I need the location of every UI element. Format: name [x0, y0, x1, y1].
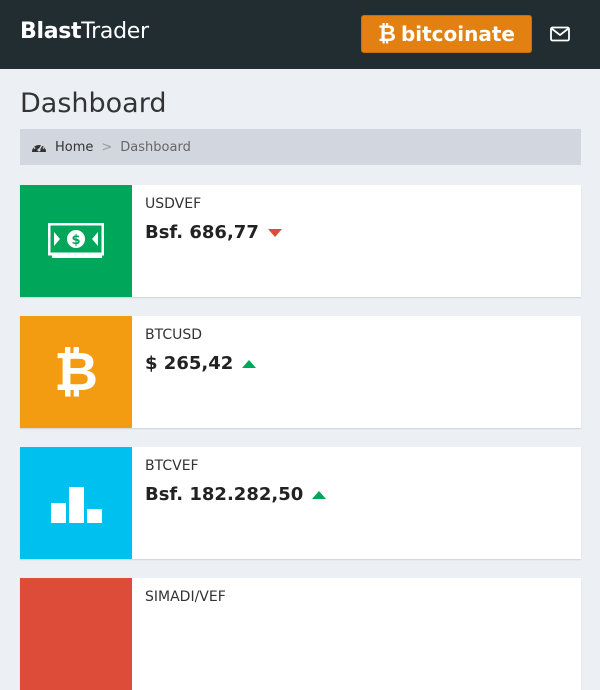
bitcoinate-label: bitcoinate	[400, 22, 515, 46]
svg-text:$: $	[71, 233, 80, 248]
bitcoin-icon: ₿	[378, 22, 396, 47]
rate-card-simadivef[interactable]: SIMADI/VEF	[20, 578, 581, 690]
card-icon-tile	[20, 578, 132, 690]
breadcrumb-separator: >	[101, 139, 113, 155]
card-value-text: $ 265,42	[145, 353, 234, 374]
card-label: BTCUSD	[145, 327, 203, 343]
envelope-icon[interactable]	[550, 26, 570, 42]
card-value: Bsf. 182.282,50	[145, 484, 327, 505]
rate-card-btcvef[interactable]: BTCVEF Bsf. 182.282,50	[20, 447, 581, 559]
rate-card-usdvef[interactable]: $ USDVEF Bsf. 686,77	[20, 185, 581, 297]
logo-text: Trader	[81, 19, 149, 44]
page-title: Dashboard	[20, 88, 167, 119]
breadcrumb-current: Dashboard	[120, 139, 191, 155]
bitcoinate-button[interactable]: ₿ bitcoinate	[361, 15, 532, 53]
caret-down-icon	[267, 228, 282, 237]
rate-card-btcusd[interactable]: ₿ BTCUSD $ 265,42	[20, 316, 581, 428]
dashboard-icon	[32, 142, 46, 152]
logo-bold-text: Blast	[20, 19, 82, 44]
card-value: Bsf. 686,77	[145, 222, 282, 243]
bitcoin-icon: ₿	[53, 340, 98, 403]
app-logo[interactable]: BlastTrader	[20, 19, 149, 44]
breadcrumb-home-link[interactable]: Home	[55, 140, 93, 155]
card-label: BTCVEF	[145, 458, 199, 474]
card-label: USDVEF	[145, 196, 202, 212]
bar-chart-icon	[51, 487, 102, 523]
card-icon-tile	[20, 447, 132, 559]
card-value-text: Bsf. 182.282,50	[145, 484, 304, 505]
caret-up-icon	[242, 359, 257, 368]
card-value-text: Bsf. 686,77	[145, 222, 259, 243]
caret-up-icon	[312, 490, 327, 499]
card-icon-tile: $	[20, 185, 132, 297]
breadcrumb: Home > Dashboard	[20, 129, 581, 165]
money-bill-icon: $	[48, 223, 104, 258]
top-navbar: BlastTrader ₿ bitcoinate	[0, 0, 600, 69]
card-value: $ 265,42	[145, 353, 257, 374]
card-label: SIMADI/VEF	[145, 589, 226, 605]
card-icon-tile: ₿	[20, 316, 132, 428]
